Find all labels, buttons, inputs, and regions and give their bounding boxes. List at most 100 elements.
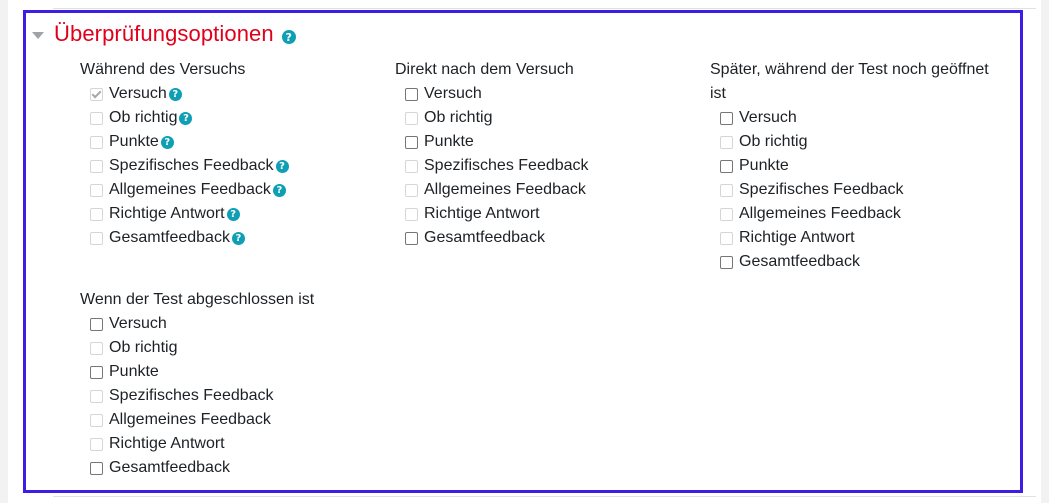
option-row: Ob richtig <box>90 336 380 360</box>
checkbox <box>90 413 103 427</box>
checkbox <box>90 159 103 173</box>
option-row: Spezifisches Feedback <box>405 154 695 178</box>
help-icon[interactable]: ? <box>281 30 296 44</box>
option-row: Allgemeines Feedback <box>90 408 380 432</box>
divider-top <box>53 8 1036 9</box>
option-label: Allgemeines Feedback <box>109 411 271 428</box>
checkbox <box>405 111 418 125</box>
option-label: Spezifisches Feedback <box>739 181 904 198</box>
option-label: Richtige Antwort <box>109 435 225 452</box>
option-label: Ob richtig <box>739 133 808 150</box>
group-title: Wenn der Test abgeschlossen ist <box>80 291 315 308</box>
option-label: Versuch <box>739 109 797 126</box>
chevron-down-icon[interactable] <box>32 31 44 39</box>
divider-bottom <box>53 496 1036 497</box>
checkbox <box>90 87 103 101</box>
checkbox[interactable] <box>720 159 733 173</box>
checkbox <box>720 207 733 221</box>
option-row: Punkte? <box>90 130 380 154</box>
option-label: Spezifisches Feedback <box>424 157 589 174</box>
checkbox[interactable] <box>720 255 733 269</box>
option-row: Richtige Antwort <box>90 432 380 456</box>
option-label: Ob richtig <box>424 109 493 126</box>
checkbox <box>90 231 103 245</box>
option-label: Richtige Antwort <box>739 229 855 246</box>
option-row[interactable]: Gesamtfeedback <box>405 226 695 250</box>
group-title: Während des Versuchs <box>80 61 246 78</box>
option-row: Versuch? <box>90 82 380 106</box>
option-row[interactable]: Gesamtfeedback <box>90 456 380 480</box>
option-label: Gesamtfeedback <box>109 459 230 476</box>
option-row: Gesamtfeedback? <box>90 226 380 250</box>
checkbox[interactable] <box>90 317 103 331</box>
option-label: Allgemeines Feedback <box>739 205 901 222</box>
checkbox <box>720 231 733 245</box>
help-icon[interactable]: ? <box>226 207 240 221</box>
option-row: Spezifisches Feedback <box>720 178 1010 202</box>
help-icon[interactable]: ? <box>168 87 182 101</box>
checkbox <box>90 183 103 197</box>
option-label: Gesamtfeedback <box>739 253 860 270</box>
option-label: Versuch <box>109 85 167 102</box>
option-row[interactable]: Punkte <box>405 130 695 154</box>
section-header-review-options[interactable]: Überprüfungsoptionen ? <box>32 19 296 49</box>
group-during-attempt: Während des Versuchs Versuch? Ob richtig?… <box>80 58 380 250</box>
help-icon[interactable]: ? <box>179 111 193 125</box>
option-row: Allgemeines Feedback? <box>90 178 380 202</box>
option-row: Spezifisches Feedback <box>90 384 380 408</box>
option-row: Ob richtig <box>720 130 1010 154</box>
checkbox <box>90 135 103 149</box>
checkbox <box>90 207 103 221</box>
checkbox[interactable] <box>405 135 418 149</box>
help-icon[interactable]: ? <box>275 159 289 173</box>
option-row: Allgemeines Feedback <box>720 202 1010 226</box>
help-icon[interactable]: ? <box>231 231 245 245</box>
group-later-while-open: Später, während der Test noch geöffnet i… <box>710 58 1010 274</box>
option-row: Ob richtig <box>405 106 695 130</box>
checkbox <box>405 159 418 173</box>
option-row: Allgemeines Feedback <box>405 178 695 202</box>
group-title: Direkt nach dem Versuch <box>395 61 574 78</box>
option-row[interactable]: Versuch <box>90 312 380 336</box>
group-immediately-after: Direkt nach dem Versuch Versuch Ob richti… <box>395 58 695 250</box>
option-label: Richtige Antwort <box>109 205 225 222</box>
checkbox[interactable] <box>720 111 733 125</box>
option-label: Punkte <box>739 157 789 174</box>
checkbox[interactable] <box>90 365 103 379</box>
checkbox <box>90 341 103 355</box>
option-row[interactable]: Punkte <box>90 360 380 384</box>
option-label: Gesamtfeedback <box>109 229 230 246</box>
option-label: Allgemeines Feedback <box>109 181 271 198</box>
option-label: Punkte <box>109 363 159 380</box>
option-row[interactable]: Gesamtfeedback <box>720 250 1010 274</box>
checkbox[interactable] <box>90 461 103 475</box>
option-row[interactable]: Versuch <box>405 82 695 106</box>
option-row: Richtige Antwort <box>720 226 1010 250</box>
checkbox <box>720 135 733 149</box>
checkbox[interactable] <box>405 231 418 245</box>
option-row[interactable]: Punkte <box>720 154 1010 178</box>
checkbox <box>405 207 418 221</box>
checkbox <box>90 437 103 451</box>
option-label: Ob richtig <box>109 109 178 126</box>
option-label: Richtige Antwort <box>424 205 540 222</box>
checkbox <box>405 183 418 197</box>
option-row: Richtige Antwort <box>405 202 695 226</box>
checkbox[interactable] <box>405 87 418 101</box>
option-label: Versuch <box>109 315 167 332</box>
option-row: Spezifisches Feedback? <box>90 154 380 178</box>
help-icon[interactable]: ? <box>160 135 174 149</box>
option-label: Punkte <box>109 133 159 150</box>
group-title-line-1: Später, während der Test noch geöffnet <box>710 61 989 78</box>
checkbox <box>90 111 103 125</box>
group-after-close: Wenn der Test abgeschlossen ist Versuch O… <box>80 288 380 480</box>
checkbox <box>720 183 733 197</box>
help-icon[interactable]: ? <box>272 183 286 197</box>
option-row[interactable]: Versuch <box>720 106 1010 130</box>
section-title: Überprüfungsoptionen <box>54 21 274 46</box>
option-label: Spezifisches Feedback <box>109 157 274 174</box>
option-label: Versuch <box>424 85 482 102</box>
group-title-line-2: ist <box>710 85 726 102</box>
option-label: Ob richtig <box>109 339 178 356</box>
option-label: Gesamtfeedback <box>424 229 545 246</box>
